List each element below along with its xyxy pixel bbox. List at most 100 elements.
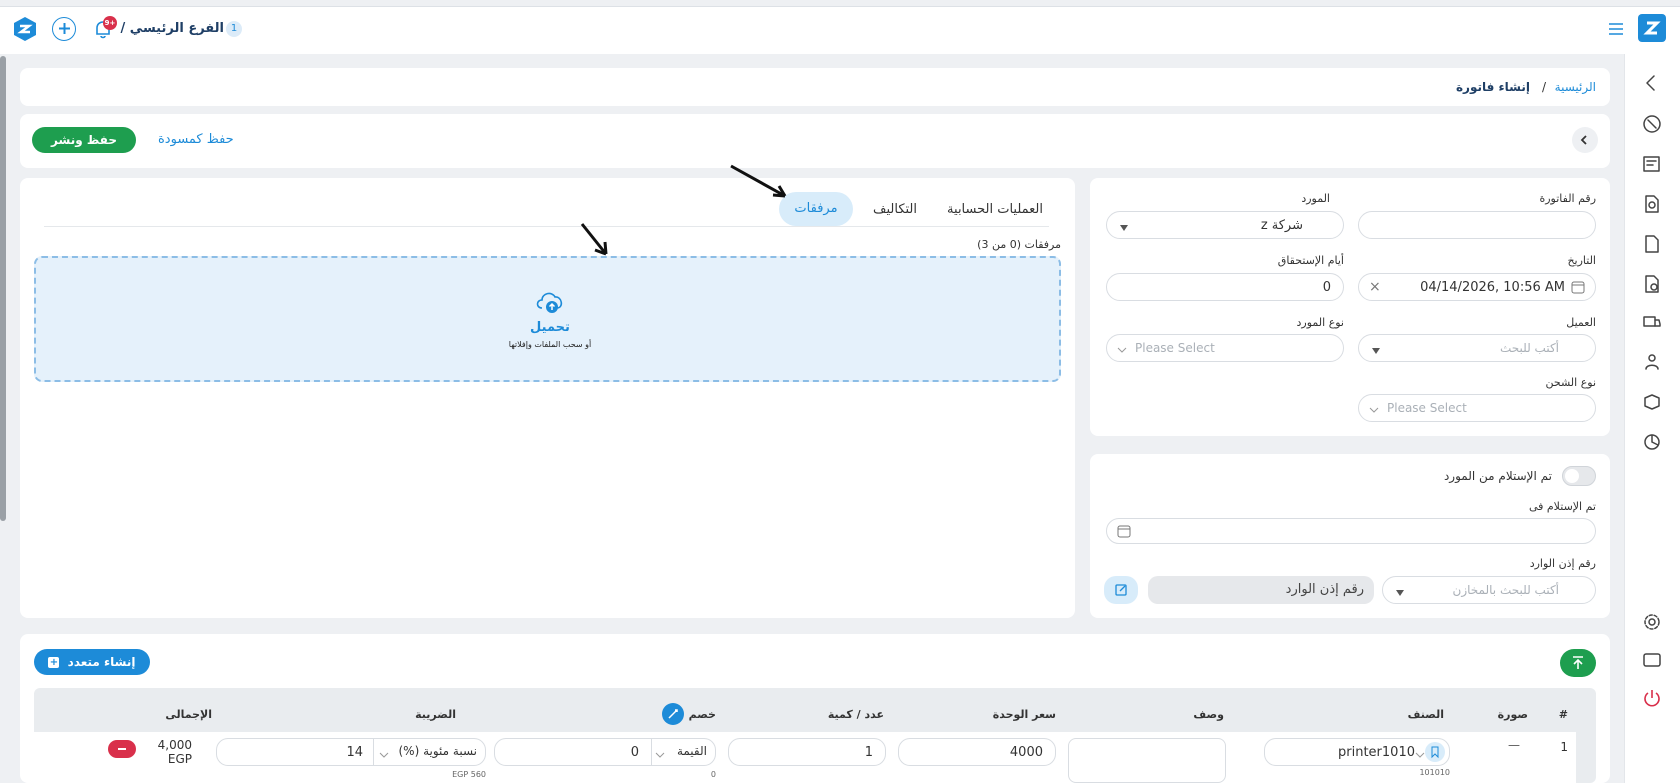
users-icon[interactable] (1642, 352, 1662, 376)
item-select[interactable]: printer1010 (1264, 738, 1450, 766)
publish-button[interactable]: حفظ ونشر (32, 127, 136, 153)
items-table: # صورة الصنف وصف سعر الوحدة عدد / كمية خ… (34, 688, 1596, 783)
received-at-label: تم الإستلام فى (1528, 500, 1596, 513)
caret-down-icon (1395, 586, 1405, 601)
breadcrumb-current: إنشاء فاتورة (1455, 80, 1530, 94)
received-toggle[interactable] (1562, 466, 1596, 486)
due-days-label: أيام الإستحقاق (1277, 254, 1344, 267)
create-multiple-label: إنشاء متعدد (67, 655, 136, 669)
col-description: وصف (1193, 708, 1224, 721)
create-multiple-button[interactable]: إنشاء متعدد + (34, 649, 150, 675)
breadcrumb: الرئيسية / إنشاء فاتورة (20, 68, 1610, 106)
document-icon[interactable] (1642, 234, 1662, 258)
upload-hint: أو سحب الملفات وإفلاتها (508, 340, 592, 349)
reports-icon[interactable] (1642, 432, 1662, 456)
delivery-icon[interactable] (1642, 312, 1662, 336)
col-unit-price: سعر الوحدة (992, 708, 1056, 721)
unit-price-input[interactable]: 4000 (898, 738, 1056, 766)
item-value: printer1010 (1338, 745, 1415, 760)
back-button[interactable] (1572, 127, 1598, 153)
tax-value: 14 (346, 745, 363, 760)
invoices-icon[interactable] (1642, 154, 1662, 178)
shipping-type-select[interactable]: Please Select (1358, 394, 1596, 422)
add-icon[interactable] (52, 17, 76, 41)
menu-icon[interactable] (1608, 22, 1624, 36)
items-card: إنشاء متعدد + # صورة الصنف وصف سعر الوحد… (20, 634, 1610, 783)
supplier-value: شركة z (1260, 218, 1303, 233)
col-quantity: عدد / كمية (827, 708, 884, 721)
invoice-form-card: رقم الفاتورة المورد شركة z التاريخ 04/14… (1090, 178, 1610, 436)
table-row: 1 — printer1010 101010 4000 1 القيمة 0 0… (34, 732, 1576, 783)
branch-name[interactable]: الفرع الرئيسي / (121, 21, 224, 36)
col-total: الإجمالى (165, 708, 212, 721)
cloud-upload-icon (533, 286, 567, 320)
app-logo[interactable] (1638, 14, 1666, 42)
row-total-currency: EGP (167, 752, 192, 766)
tax-type[interactable]: نسبة مئوية (%) (373, 738, 485, 766)
warehouse-search-select[interactable]: أكتب للبحث بالمخازن (1382, 576, 1596, 604)
chevron-down-icon (655, 748, 665, 763)
discount-edit-icon[interactable] (662, 703, 684, 725)
supplier-select[interactable]: شركة z (1106, 211, 1344, 239)
top-bar (0, 6, 1680, 54)
breadcrumb-separator: / (1541, 80, 1546, 94)
remove-row-button[interactable] (108, 740, 136, 758)
inbound-number-input[interactable]: رقم إذن الوارد (1148, 576, 1374, 604)
branch-count-badge: 1 (226, 21, 242, 37)
collapse-chevron-icon[interactable] (1644, 74, 1658, 96)
tax-input[interactable]: نسبة مئوية (%) 14 (216, 738, 486, 766)
minus-icon (118, 748, 126, 750)
settings-gear-icon[interactable] (1642, 612, 1662, 636)
discount-sub: 0 (710, 770, 716, 779)
shipping-type-placeholder: Please Select (1387, 401, 1467, 415)
workspace-logo-icon[interactable] (12, 16, 38, 42)
right-sidebar (1624, 54, 1680, 783)
scroll-top-button[interactable] (1560, 649, 1596, 677)
dashboard-icon[interactable] (1642, 114, 1662, 138)
tab-costs[interactable]: التكاليف (873, 202, 917, 217)
display-icon[interactable] (1642, 650, 1662, 674)
due-days-value: 0 (1322, 280, 1331, 295)
discount-value: 0 (630, 745, 639, 760)
caret-down-icon (1371, 344, 1381, 359)
upload-dropzone[interactable]: تحميل أو سحب الملفات وإفلاتها (34, 256, 1061, 382)
col-item: الصنف (1407, 708, 1444, 721)
chevron-down-icon (379, 748, 389, 763)
documents-search-icon[interactable] (1642, 194, 1662, 218)
chevron-down-icon (1117, 343, 1127, 358)
bookmark-icon[interactable] (1425, 742, 1445, 762)
document-money-icon[interactable] (1642, 274, 1662, 298)
tab-accounting[interactable]: العمليات الحسابية (947, 202, 1043, 217)
invoice-number-input[interactable] (1358, 211, 1596, 239)
quantity-value: 1 (864, 745, 873, 760)
inbound-link-button[interactable] (1104, 576, 1138, 604)
discount-input[interactable]: القيمة 0 (494, 738, 716, 766)
warehouse-placeholder: أكتب للبحث بالمخازن (1452, 583, 1559, 597)
discount-type-value: القيمة (676, 744, 707, 758)
clear-date-icon[interactable]: × (1369, 279, 1381, 295)
unit-price-value: 4000 (1009, 745, 1043, 760)
received-at-input[interactable] (1106, 518, 1596, 544)
breadcrumb-home[interactable]: الرئيسية (1555, 80, 1596, 94)
shipping-type-label: نوع الشحن (1545, 376, 1597, 389)
action-bar: حفظ ونشر حفظ كمسودة (20, 114, 1610, 168)
supplier-type-select[interactable]: Please Select (1106, 334, 1344, 362)
caret-down-icon (1119, 221, 1129, 236)
annotation-arrow-icon (580, 223, 608, 256)
save-draft-button[interactable]: حفظ كمسودة (158, 132, 234, 147)
products-icon[interactable] (1642, 392, 1662, 416)
col-discount: خصم (688, 708, 716, 721)
client-select[interactable]: أكتب للبحث (1358, 334, 1596, 362)
client-label: العميل (1566, 316, 1596, 329)
chevron-down-icon (1415, 748, 1425, 763)
quantity-input[interactable]: 1 (728, 738, 886, 766)
annotation-arrow-icon (730, 164, 787, 198)
tabs-divider (44, 226, 1049, 227)
page-scrollbar[interactable] (0, 56, 6, 521)
date-input[interactable]: 04/14/2026, 10:56 AM × (1358, 273, 1596, 301)
client-placeholder: أكتب للبحث (1499, 341, 1559, 355)
attachments-count: مرفقات (0 من 3) (977, 238, 1061, 251)
logout-power-icon[interactable] (1642, 688, 1662, 712)
description-input[interactable] (1068, 738, 1226, 783)
due-days-input[interactable]: 0 (1106, 273, 1344, 301)
